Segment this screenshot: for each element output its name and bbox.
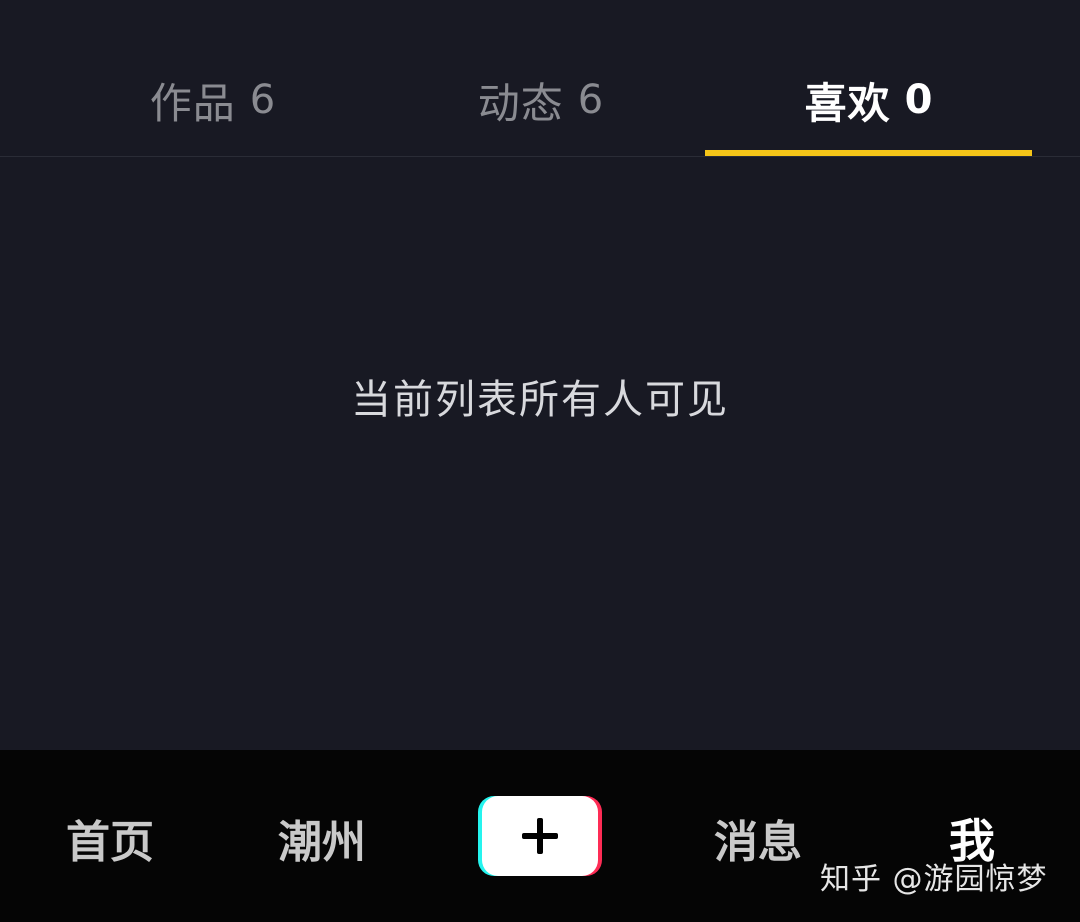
visibility-notice: 当前列表所有人可见 <box>351 377 729 423</box>
tab-activity[interactable]: 动态 6 <box>388 60 694 140</box>
create-button-face <box>482 796 598 876</box>
tab-likes[interactable]: 喜欢 0 <box>706 60 1032 140</box>
tab-activity-count: 6 <box>577 77 605 123</box>
tab-activity-label: 动态 <box>477 78 564 128</box>
tab-likes-label: 喜欢 <box>804 78 891 128</box>
nav-home[interactable]: 首页 <box>40 808 180 868</box>
profile-screen: 作品 6 动态 6 喜欢 0 当前列表所有人可见 首页 潮州 消息 我 知乎 @… <box>0 0 1080 922</box>
create-button[interactable] <box>478 796 604 878</box>
watermark: 知乎 @游园惊梦 <box>820 862 1048 897</box>
tab-likes-count: 0 <box>904 77 934 123</box>
bottom-navigation: 首页 潮州 消息 我 知乎 @游园惊梦 <box>0 750 1080 922</box>
nav-city[interactable]: 潮州 <box>252 808 392 868</box>
nav-messages[interactable]: 消息 <box>688 808 828 868</box>
plus-icon <box>522 818 558 854</box>
tab-works-count: 6 <box>249 77 277 123</box>
likes-list-area: 当前列表所有人可见 <box>0 157 1080 750</box>
tab-works-label: 作品 <box>149 78 236 128</box>
tab-works[interactable]: 作品 6 <box>60 60 366 140</box>
profile-tabbar: 作品 6 动态 6 喜欢 0 <box>0 0 1080 157</box>
active-tab-indicator <box>705 150 1032 156</box>
